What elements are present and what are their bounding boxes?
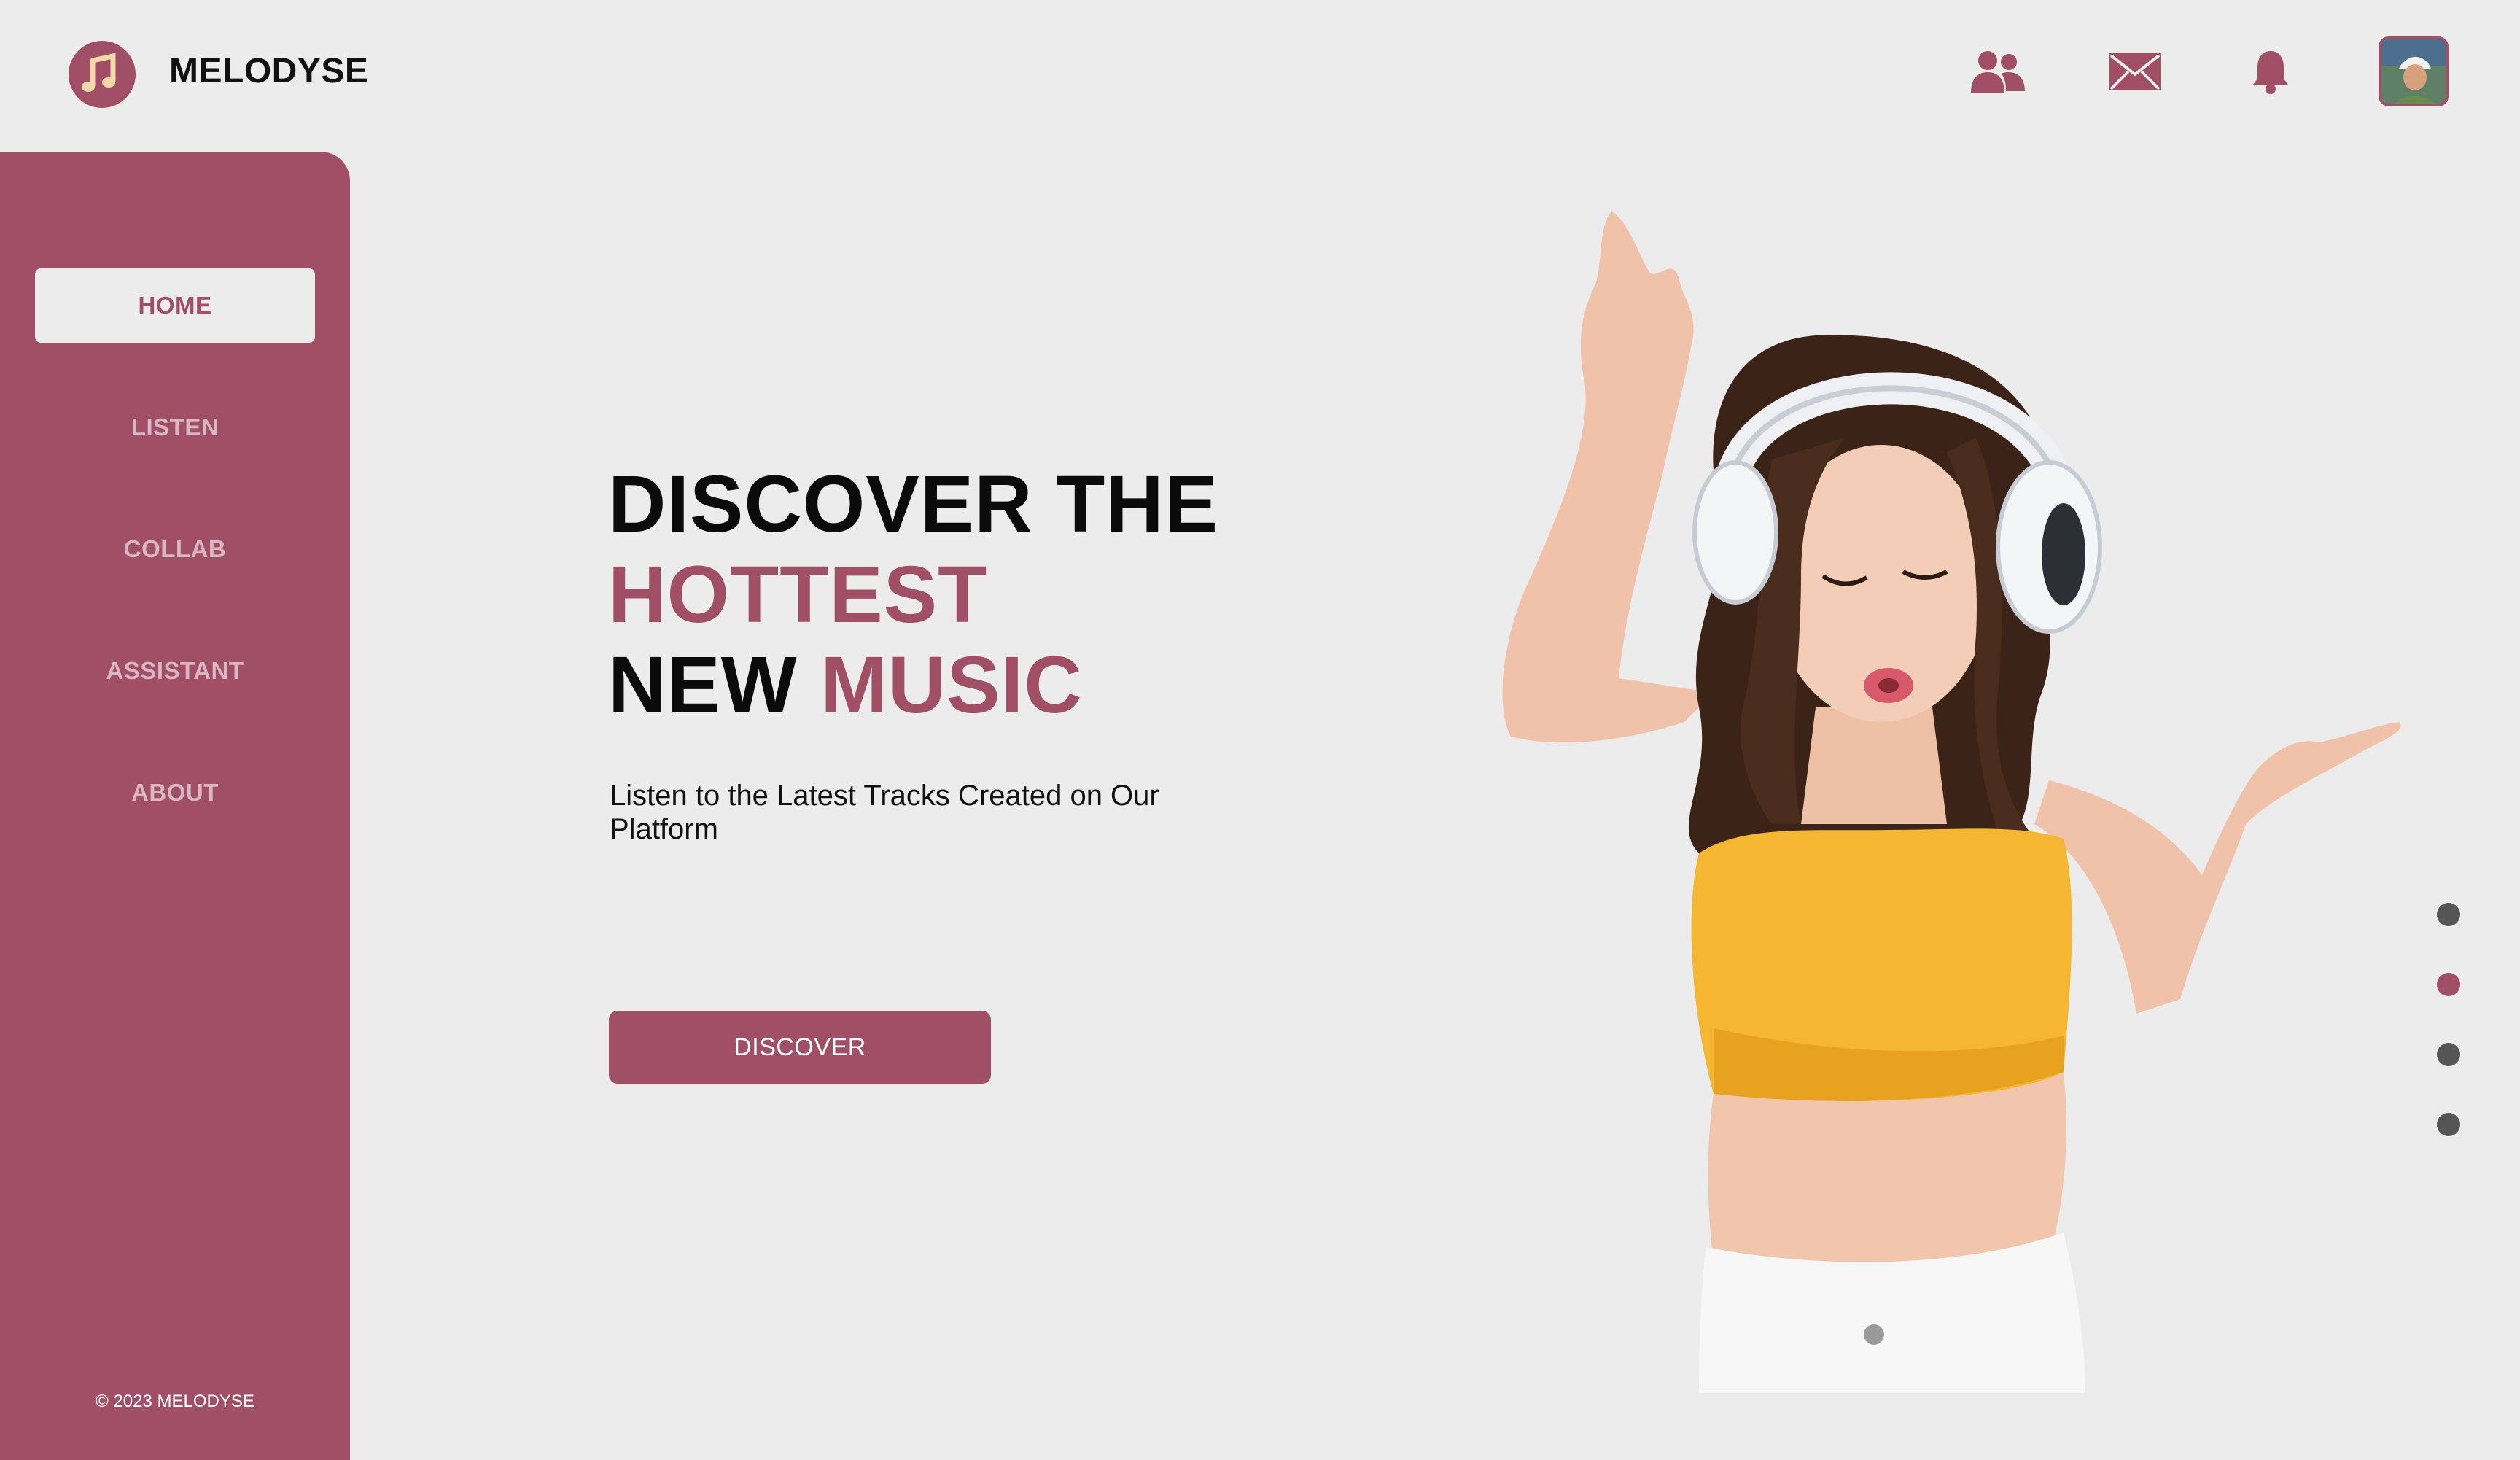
sidebar-item-collab[interactable]: COLLAB: [35, 512, 315, 586]
user-avatar[interactable]: [2379, 36, 2449, 106]
copyright: © 2023 MELODYSE: [96, 1391, 254, 1411]
hero-title: DISCOVER THE HOTTEST NEW MUSIC: [608, 459, 1218, 731]
carousel-dot-1[interactable]: [2437, 903, 2460, 926]
hero-title-new: NEW: [608, 640, 798, 730]
brand-name: MELODYSE: [169, 52, 369, 90]
sidebar-item-home[interactable]: HOME: [35, 268, 315, 343]
hero-title-line1: DISCOVER THE: [608, 459, 1219, 549]
music-note-icon: [82, 53, 116, 92]
hero-title-music: MUSIC: [820, 640, 1083, 730]
sidebar-item-listen[interactable]: LISTEN: [35, 390, 315, 465]
carousel-dot-2[interactable]: [2437, 973, 2460, 996]
bell-icon[interactable]: [2241, 42, 2300, 101]
top-header: MELODYSE: [0, 0, 2520, 152]
users-icon[interactable]: [1969, 42, 2027, 101]
sidebar: HOME LISTEN COLLAB ASSISTANT ABOUT © 202…: [0, 152, 350, 1460]
mail-icon[interactable]: [2106, 42, 2164, 101]
sidebar-item-about[interactable]: ABOUT: [35, 756, 315, 830]
discover-button[interactable]: DISCOVER: [609, 1011, 991, 1084]
hero-subtitle: Listen to the Latest Tracks Created on O…: [610, 780, 1159, 845]
avatar-image: [2381, 39, 2446, 104]
hero-image-woman-headphones: [1502, 211, 2401, 1393]
carousel-dot-3[interactable]: [2437, 1043, 2460, 1066]
hero-title-line3: NEW MUSIC: [608, 640, 1218, 731]
sidebar-item-assistant[interactable]: ASSISTANT: [35, 634, 315, 708]
hero-title-line2: HOTTEST: [608, 550, 988, 640]
carousel-dot-4[interactable]: [2437, 1113, 2460, 1136]
app-logo[interactable]: [69, 41, 136, 108]
